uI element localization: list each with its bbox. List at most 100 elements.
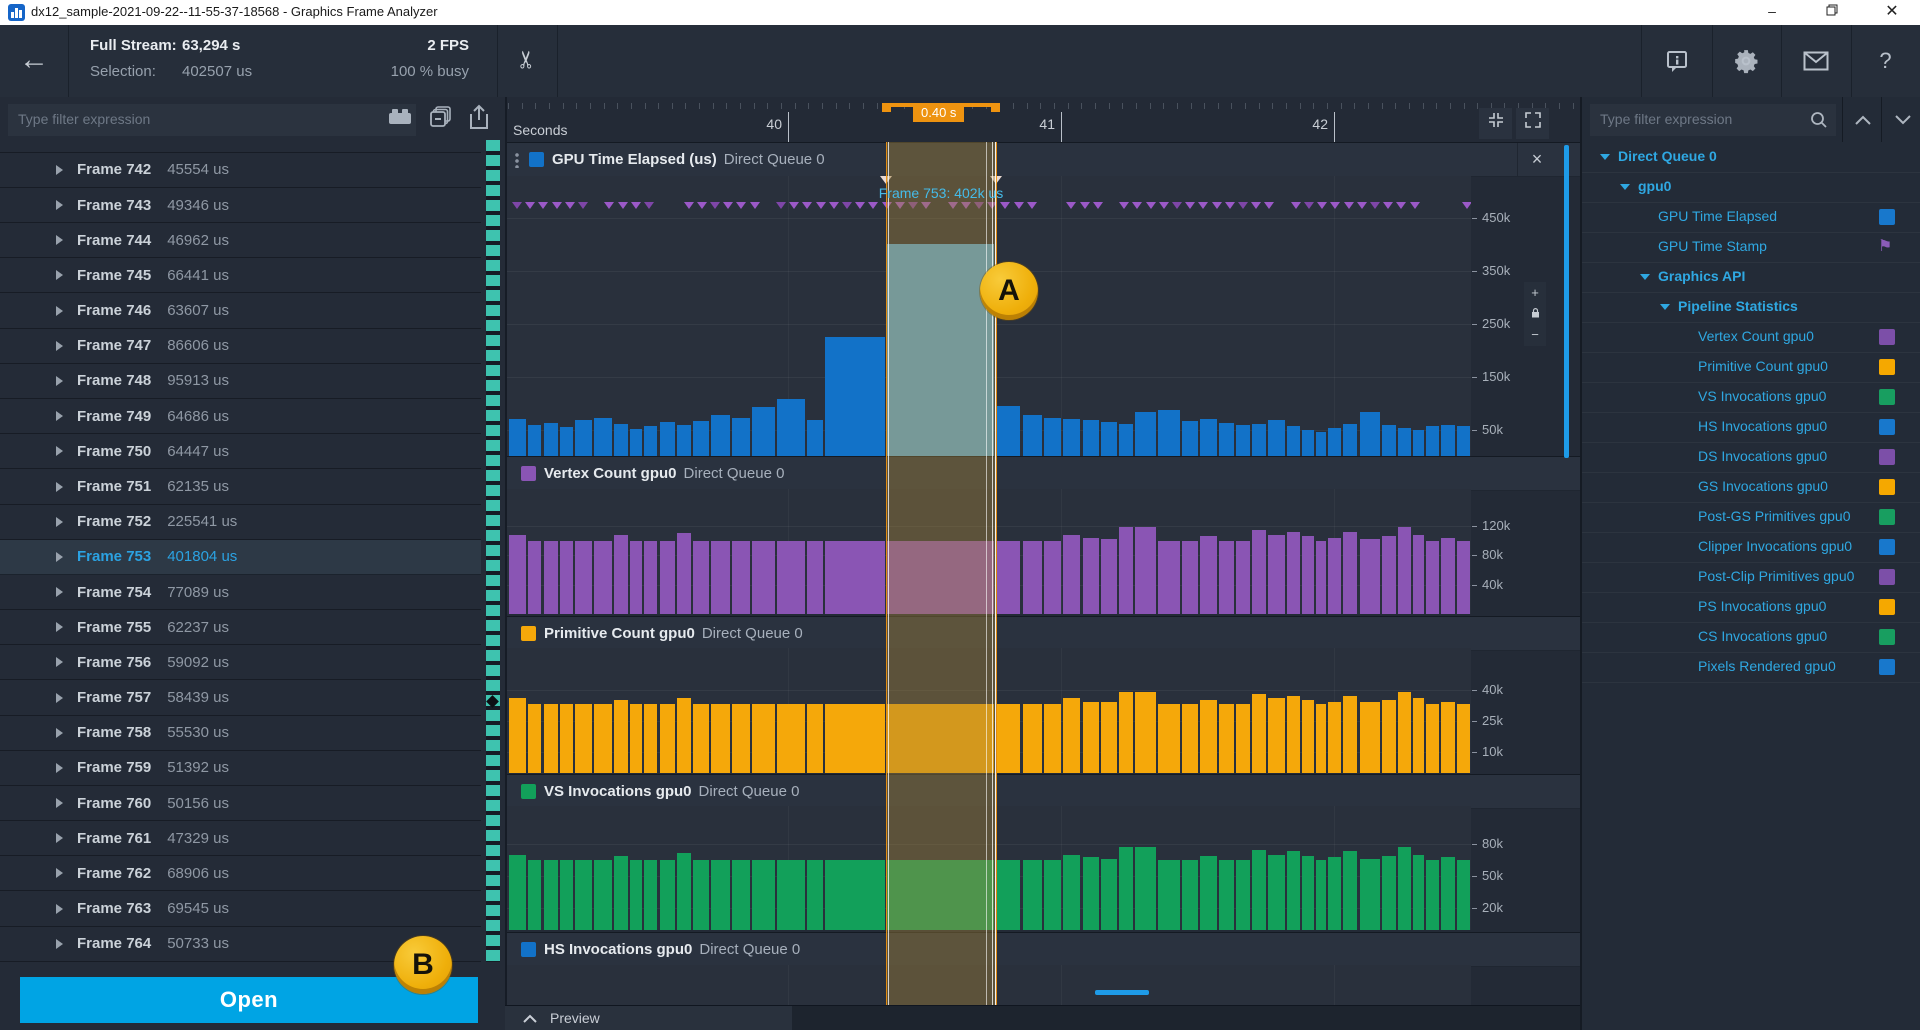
data-bar[interactable] bbox=[732, 704, 750, 773]
data-bar[interactable] bbox=[1119, 527, 1133, 614]
data-bar[interactable] bbox=[509, 535, 526, 614]
data-bar[interactable] bbox=[1044, 704, 1062, 773]
expand-caret-icon[interactable] bbox=[56, 235, 63, 245]
metric-next-button[interactable] bbox=[1881, 97, 1920, 142]
data-bar[interactable] bbox=[1101, 859, 1117, 930]
data-bar[interactable] bbox=[1268, 855, 1285, 931]
data-bar[interactable] bbox=[630, 429, 642, 457]
metric-row[interactable]: PS Invocations gpu0 bbox=[1582, 592, 1920, 623]
data-bar[interactable] bbox=[1316, 860, 1327, 930]
data-bar[interactable] bbox=[575, 541, 592, 615]
data-bar[interactable] bbox=[807, 541, 824, 615]
data-bar[interactable] bbox=[1457, 426, 1470, 456]
data-bar[interactable] bbox=[1219, 541, 1234, 615]
data-bar[interactable] bbox=[544, 860, 559, 930]
metric-row[interactable]: GPU Time Stamp⚑ bbox=[1582, 232, 1920, 263]
data-bar[interactable] bbox=[1316, 432, 1327, 456]
data-bar[interactable] bbox=[711, 541, 730, 615]
data-bar[interactable] bbox=[509, 698, 526, 773]
data-bar[interactable] bbox=[677, 698, 691, 773]
data-bar[interactable] bbox=[1252, 530, 1266, 614]
data-bar[interactable] bbox=[1044, 418, 1062, 456]
data-bar[interactable] bbox=[1426, 426, 1439, 456]
frame-row[interactable]: Frame 76050156 us bbox=[0, 786, 481, 821]
data-bar[interactable] bbox=[528, 541, 542, 615]
data-bar[interactable] bbox=[614, 856, 628, 930]
selection-overlay[interactable] bbox=[886, 142, 996, 1005]
expand-caret-icon[interactable] bbox=[56, 763, 63, 773]
data-bar[interactable] bbox=[544, 704, 559, 773]
data-bar[interactable] bbox=[1328, 857, 1341, 930]
data-bar[interactable] bbox=[644, 704, 657, 773]
data-bar[interactable] bbox=[752, 704, 775, 773]
data-bar[interactable] bbox=[1268, 698, 1285, 773]
frame-row[interactable]: Frame 76369545 us bbox=[0, 892, 481, 927]
zoom-controls[interactable]: + − bbox=[1524, 282, 1546, 346]
data-bar[interactable] bbox=[1182, 704, 1198, 773]
frame-row[interactable]: Frame 74964686 us bbox=[0, 399, 481, 434]
data-bar[interactable] bbox=[1101, 539, 1117, 614]
data-bar[interactable] bbox=[711, 415, 730, 456]
data-bar[interactable] bbox=[1343, 696, 1357, 773]
data-bar[interactable] bbox=[1413, 698, 1424, 773]
data-bar[interactable] bbox=[693, 860, 709, 930]
metric-row[interactable]: DS Invocations gpu0 bbox=[1582, 442, 1920, 473]
data-bar[interactable] bbox=[997, 860, 1021, 930]
data-bar[interactable] bbox=[711, 860, 730, 930]
data-bar[interactable] bbox=[677, 425, 691, 456]
expand-caret-icon[interactable] bbox=[56, 376, 63, 386]
data-bar[interactable] bbox=[1360, 702, 1381, 773]
expand-caret-icon[interactable] bbox=[56, 728, 63, 738]
data-bar[interactable] bbox=[1328, 538, 1341, 615]
frame-row[interactable]: Frame 74349346 us bbox=[0, 188, 481, 223]
data-bar[interactable] bbox=[1158, 410, 1180, 457]
data-bar[interactable] bbox=[752, 860, 775, 930]
metric-row[interactable]: VS Invocations gpu0 bbox=[1582, 382, 1920, 413]
data-bar[interactable] bbox=[644, 860, 657, 930]
data-bar[interactable] bbox=[1441, 857, 1455, 930]
data-bar[interactable] bbox=[677, 853, 691, 930]
expand-caret-icon[interactable] bbox=[56, 446, 63, 456]
data-bar[interactable] bbox=[1119, 847, 1133, 930]
data-bar[interactable] bbox=[1200, 856, 1217, 930]
data-bar[interactable] bbox=[630, 541, 642, 615]
data-bar[interactable] bbox=[1426, 860, 1439, 930]
frame-row[interactable]: Frame 74895913 us bbox=[0, 364, 481, 399]
data-bar[interactable] bbox=[1044, 541, 1062, 615]
metric-color-swatch[interactable] bbox=[1879, 419, 1895, 435]
data-bar[interactable] bbox=[1044, 860, 1062, 930]
data-bar[interactable] bbox=[1316, 541, 1327, 615]
data-bar[interactable] bbox=[777, 860, 805, 930]
expand-caret-icon[interactable] bbox=[56, 411, 63, 421]
expand-caret-icon[interactable] bbox=[56, 587, 63, 597]
back-button[interactable]: ← bbox=[0, 25, 69, 97]
metric-row[interactable]: Direct Queue 0 bbox=[1582, 142, 1920, 173]
contact-button[interactable] bbox=[1781, 25, 1852, 97]
data-bar[interactable] bbox=[544, 541, 559, 615]
data-bar[interactable] bbox=[575, 704, 592, 773]
data-bar[interactable] bbox=[1302, 856, 1314, 930]
data-bar[interactable] bbox=[575, 420, 592, 456]
data-bar[interactable] bbox=[660, 860, 676, 930]
data-bar[interactable] bbox=[594, 860, 612, 930]
selection-bracket-handle[interactable] bbox=[991, 103, 1000, 112]
data-bar[interactable] bbox=[693, 704, 709, 773]
data-bar[interactable] bbox=[528, 425, 542, 456]
frame-row[interactable]: Frame 74663607 us bbox=[0, 294, 481, 329]
data-bar[interactable] bbox=[1316, 704, 1327, 773]
metric-filter-input[interactable]: Type filter expression bbox=[1590, 104, 1836, 136]
data-bar[interactable] bbox=[594, 541, 612, 615]
expand-caret-icon[interactable] bbox=[56, 306, 63, 316]
frame-row[interactable]: Frame 75951392 us bbox=[0, 751, 481, 786]
data-bar[interactable] bbox=[1398, 428, 1411, 456]
data-bar[interactable] bbox=[1457, 704, 1470, 773]
frame-row[interactable]: Frame 753401804 us bbox=[0, 540, 481, 575]
data-bar[interactable] bbox=[528, 704, 542, 773]
data-bar[interactable] bbox=[575, 860, 592, 930]
expand-caret-icon[interactable] bbox=[56, 904, 63, 914]
expand-caret-icon[interactable] bbox=[56, 622, 63, 632]
data-bar[interactable] bbox=[777, 541, 805, 615]
preview-toggle[interactable]: Preview bbox=[505, 1006, 792, 1030]
data-bar[interactable] bbox=[1343, 851, 1357, 930]
frame-row[interactable]: Frame 74786606 us bbox=[0, 329, 481, 364]
